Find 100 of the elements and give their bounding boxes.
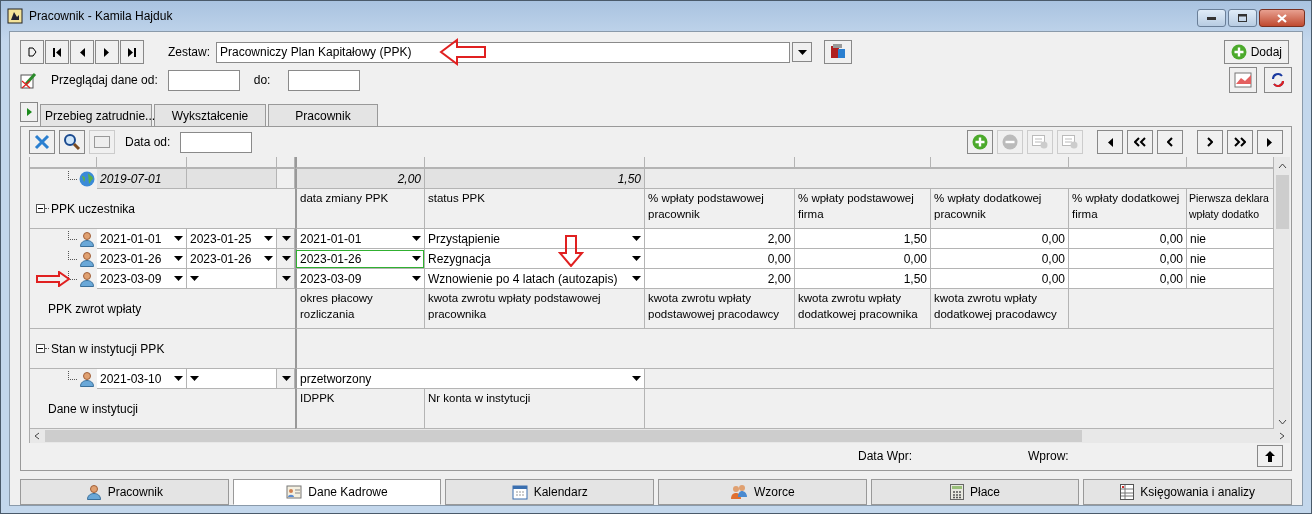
arrow-icon xyxy=(36,271,70,287)
dropdown-caret-icon[interactable] xyxy=(632,276,641,281)
scroll-up-icon xyxy=(1277,163,1287,169)
add-row-button[interactable] xyxy=(967,130,993,154)
dropdown-caret-icon[interactable] xyxy=(412,276,421,281)
person-icon xyxy=(79,231,95,247)
status-dropdown[interactable]: przetworzony xyxy=(295,369,645,389)
chart-icon xyxy=(1234,72,1252,88)
status-dropdown[interactable]: Wznowienie po 4 latach (autozapis) xyxy=(425,269,645,289)
tree-line xyxy=(68,270,77,280)
vertical-scrollbar[interactable] xyxy=(1274,157,1290,429)
first-column-button[interactable] xyxy=(1097,130,1123,154)
last-column-button[interactable] xyxy=(1257,130,1283,154)
dropdown-caret-icon[interactable] xyxy=(174,256,183,261)
date-dropdown[interactable]: 2021-01-01 xyxy=(295,229,425,249)
right-icon xyxy=(1267,137,1273,147)
first-record-button[interactable] xyxy=(45,40,69,64)
scroll-left-icon xyxy=(34,432,40,440)
minus-icon xyxy=(1002,134,1018,150)
column-left-button[interactable] xyxy=(1157,130,1183,154)
person-icon xyxy=(79,271,95,287)
collapse-icon[interactable] xyxy=(36,344,45,353)
document-icon xyxy=(27,47,37,57)
up-button[interactable] xyxy=(1257,445,1283,467)
tools-button[interactable] xyxy=(29,130,55,154)
app-icon xyxy=(7,8,23,24)
entry-date-label: Data Wpr: xyxy=(858,449,912,463)
arrow-icon xyxy=(439,37,487,66)
tab[interactable]: Kalendarz xyxy=(445,479,654,505)
section-label: PPK uczestnika xyxy=(51,201,136,216)
dropdown-button[interactable] xyxy=(792,42,812,62)
dropdown-caret-icon[interactable] xyxy=(412,236,421,241)
dropdown-cell[interactable] xyxy=(277,369,295,389)
tab[interactable]: Wzorce xyxy=(658,479,867,505)
tab[interactable]: Płace xyxy=(870,479,1080,505)
chart-button[interactable] xyxy=(1229,67,1257,93)
section-label: Dane w instytucji xyxy=(48,401,139,416)
date-to-field[interactable] xyxy=(288,69,361,91)
expand-button[interactable] xyxy=(20,102,38,122)
date-dropdown[interactable]: 2023-01-25 xyxy=(187,229,277,249)
tree-line xyxy=(68,170,77,180)
column-header: kwota zwrotu wpłaty podstawowej pracownika xyxy=(425,289,645,329)
date-dropdown[interactable]: 2021-03-10 xyxy=(97,369,187,389)
tab[interactable]: Przebieg zatrudnie... xyxy=(40,104,152,126)
page-left-button[interactable] xyxy=(1127,130,1153,154)
double-chevron-left-icon xyxy=(1134,137,1146,147)
settings-button[interactable] xyxy=(824,40,852,64)
set-dropdown[interactable]: Pracowniczy Plan Kapitałowy (PPK) xyxy=(216,41,790,63)
maximize-button[interactable] xyxy=(1228,9,1257,27)
dropdown-caret-icon[interactable] xyxy=(282,376,291,381)
previous-record-button[interactable] xyxy=(70,40,94,64)
table-cell: 2019-07-01 xyxy=(97,169,187,189)
collapse-icon[interactable] xyxy=(36,204,45,213)
dropdown-caret-icon[interactable] xyxy=(174,236,183,241)
status-dropdown[interactable]: Przystąpienie xyxy=(425,229,645,249)
scrollbar-thumb[interactable] xyxy=(45,430,1082,442)
plus-icon xyxy=(1230,44,1247,60)
tab[interactable]: Pracownik xyxy=(20,479,229,505)
dropdown-caret-icon[interactable] xyxy=(412,256,421,261)
person-icon xyxy=(79,251,95,267)
date-dropdown[interactable]: 2023-03-09 xyxy=(295,269,425,289)
dropdown-caret-icon[interactable] xyxy=(632,256,641,261)
person-icon xyxy=(85,484,102,500)
dropdown-caret-icon[interactable] xyxy=(632,376,641,381)
date-dropdown[interactable]: 2021-01-01 xyxy=(97,229,187,249)
refresh-button[interactable] xyxy=(1264,67,1292,93)
add-button[interactable]: Dodaj xyxy=(1223,40,1289,64)
browse-from-label: Przeglądaj dane od: xyxy=(51,73,158,87)
close-button[interactable] xyxy=(1259,9,1305,27)
search-icon xyxy=(63,133,81,151)
search-button[interactable] xyxy=(59,130,85,154)
dropdown-cell[interactable] xyxy=(277,249,295,269)
new-record-button[interactable] xyxy=(20,40,44,64)
scrollbar-thumb[interactable] xyxy=(1275,175,1289,229)
column-right-button[interactable] xyxy=(1197,130,1223,154)
date-field[interactable] xyxy=(180,131,253,153)
dropdown-cell[interactable] xyxy=(277,269,295,289)
date-dropdown[interactable]: 2023-03-09 xyxy=(97,269,187,289)
status-dropdown[interactable]: Rezygnacja xyxy=(425,249,645,269)
page-right-button[interactable] xyxy=(1227,130,1253,154)
date-dropdown[interactable]: 2023-01-26 xyxy=(295,249,425,269)
horizontal-scrollbar[interactable] xyxy=(30,429,1274,443)
minimize-icon xyxy=(1207,16,1216,20)
next-record-button[interactable] xyxy=(95,40,119,64)
tab[interactable]: Księgowania i analizy xyxy=(1083,479,1293,505)
dropdown-caret-icon[interactable] xyxy=(282,276,291,281)
table-cell: 0,00 xyxy=(1069,269,1187,289)
last-record-button[interactable] xyxy=(120,40,144,64)
column-header: okres płacowy rozliczania xyxy=(295,289,425,329)
tab[interactable]: Dane Kadrowe xyxy=(232,479,442,505)
date-dropdown[interactable]: 2023-01-26 xyxy=(187,249,277,269)
dropdown-caret-icon[interactable] xyxy=(632,236,641,241)
minimize-button[interactable] xyxy=(1197,9,1226,27)
date-from-field[interactable] xyxy=(167,69,240,91)
tab[interactable]: Wykształcenie xyxy=(154,104,266,126)
scroll-right-icon xyxy=(1279,432,1285,440)
tab[interactable]: Pracownik xyxy=(268,104,378,126)
date-dropdown[interactable]: 2023-01-26 xyxy=(97,249,187,269)
list-icon xyxy=(1032,135,1048,149)
dropdown-cell[interactable] xyxy=(277,229,295,249)
